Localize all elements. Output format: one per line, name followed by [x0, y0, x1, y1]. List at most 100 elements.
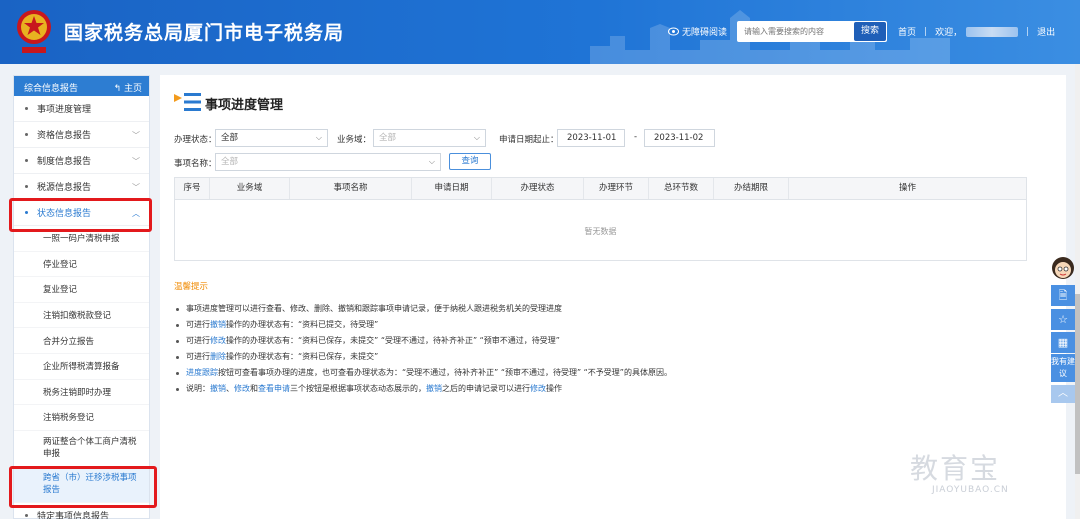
tip-link[interactable]: 删除	[210, 352, 226, 361]
tip-link[interactable]: 修改	[234, 384, 250, 393]
domain-select[interactable]: 全部 ⌵	[373, 129, 486, 147]
sidebar-subitem[interactable]: 税务注销即时办理	[14, 380, 149, 406]
sidebar-home-label: 主页	[123, 84, 142, 94]
sidebar-item-label: 特定事项信息报告	[37, 511, 110, 519]
tip-text: 可进行	[186, 320, 210, 329]
sidebar-item-label: 状态信息报告	[37, 209, 92, 219]
tip-text: 三个按钮是根据事项状态动态展示的，	[290, 384, 426, 393]
tip-link[interactable]: 撤销	[210, 384, 226, 393]
column-header: 申请日期	[412, 178, 492, 199]
tip-link[interactable]: 修改	[210, 336, 226, 345]
tip-text: 说明：	[186, 384, 210, 393]
sidebar-subitem[interactable]: 停业登记	[14, 252, 149, 278]
column-header: 办理状态	[492, 178, 584, 199]
sidebar-item-label: 制度信息报告	[37, 157, 92, 167]
sidebar-subitem[interactable]: 注销税务登记	[14, 405, 149, 431]
sidebar-subitem[interactable]: 企业所得税清算报备	[14, 354, 149, 380]
tax-emblem-icon	[17, 10, 51, 53]
tips-list: 事项进度管理可以进行查看、修改、删除、撤销和跟踪事项申请记录，便于纳税人跟进税务…	[174, 301, 1034, 397]
scrollbar-thumb[interactable]	[1075, 294, 1080, 474]
sidebar-subitem[interactable]: 注销扣缴税款登记	[14, 303, 149, 329]
sidebar: 综合信息报告 ↰ 主页 事项进度管理 资格信息报告 ﹀ 制度信息报告 ﹀ 税源信…	[13, 75, 150, 519]
tip-link[interactable]: 撤销	[426, 384, 442, 393]
item-name-label: 事项名称：	[174, 159, 217, 169]
up-arrow-icon[interactable]: ︿	[1051, 385, 1075, 403]
sidebar-subitem[interactable]: 复业登记	[14, 277, 149, 303]
welcome-label: 欢迎，	[935, 28, 963, 38]
bullet-icon	[25, 185, 28, 188]
nav-divider: |	[924, 26, 928, 37]
query-button[interactable]: 查询	[449, 153, 491, 170]
list-icon	[174, 93, 201, 111]
accessibility-label: 无障碍阅读	[682, 28, 728, 38]
column-header: 办理环节	[584, 178, 649, 199]
tips-title: 温馨提示	[174, 282, 209, 292]
sidebar-item-label: 事项进度管理	[37, 105, 92, 115]
bullet-icon	[25, 513, 28, 517]
user-name-redacted	[966, 26, 1019, 37]
tip-link[interactable]: 撤销	[210, 320, 226, 329]
column-header: 事项名称	[290, 178, 412, 199]
item-name-placeholder: 全部	[221, 157, 239, 167]
site-title: 国家税务总局厦门市电子税务局	[64, 22, 345, 44]
home-link[interactable]: 首页	[898, 25, 916, 38]
suggestion-button[interactable]: 我有建议	[1051, 354, 1075, 382]
nav-divider: |	[1026, 26, 1030, 37]
scrollbar[interactable]	[1075, 64, 1080, 519]
assistant-avatar-icon[interactable]	[1050, 254, 1076, 282]
tip-item: 进度跟踪按钮可查看事项办理的进度，也可查看办理状态为：“受理不通过，待补齐补正”…	[174, 365, 1034, 381]
tip-link[interactable]: 查看申请	[258, 384, 290, 393]
sidebar-subitem-cross-region-migration[interactable]: 跨省（市）迁移涉税事项报告	[14, 466, 149, 503]
domain-select-placeholder: 全部	[379, 133, 397, 143]
tip-text: 和	[250, 384, 258, 393]
sidebar-subitem[interactable]: 一照一码户清税申报	[14, 226, 149, 252]
logout-link[interactable]: 退出	[1037, 25, 1055, 38]
status-filter-label: 办理状态：	[174, 135, 217, 145]
column-header: 总环节数	[649, 178, 714, 199]
sidebar-subitem[interactable]: 合并分立报告	[14, 328, 149, 354]
tip-text: 操作	[546, 384, 562, 393]
chevron-down-icon: ﹀	[132, 157, 140, 166]
page-title: 事项进度管理	[205, 98, 284, 113]
tip-item: 事项进度管理可以进行查看、修改、删除、撤销和跟踪事项申请记录，便于纳税人跟进税务…	[174, 301, 1034, 317]
column-header: 操作	[898, 183, 916, 193]
date-range-label: 申请日期起止：	[499, 135, 559, 145]
tip-link[interactable]: 修改	[530, 384, 546, 393]
date-from-input[interactable]: 2023-11-01	[557, 129, 625, 147]
top-nav: 首页 | 欢迎， | 退出	[898, 25, 1055, 38]
accessibility-link[interactable]: 无障碍阅读	[668, 25, 727, 38]
sidebar-item-label: 资格信息报告	[37, 131, 92, 141]
star-icon[interactable]: ☆	[1051, 309, 1075, 330]
tip-item: 可进行删除操作的办理状态有：“资料已保存，未提交”	[174, 349, 1034, 365]
chevron-down-icon: ⌵	[315, 133, 322, 142]
bullet-icon	[25, 107, 28, 110]
item-name-select[interactable]: 全部 ⌵	[215, 153, 441, 171]
column-header: 办结期限	[714, 178, 789, 199]
column-header: 序号	[175, 178, 210, 199]
tip-text: 之后的申请记录可以进行	[442, 384, 530, 393]
bullet-icon	[25, 211, 28, 214]
chevron-down-icon: ⌵	[473, 133, 480, 142]
date-to-input[interactable]: 2023-11-02	[644, 129, 715, 147]
domain-filter-label: 业务域：	[337, 135, 372, 145]
calculator-icon[interactable]: ▦	[1051, 332, 1075, 353]
sidebar-item-qualification[interactable]: 资格信息报告 ﹀	[14, 122, 149, 148]
tip-link[interactable]: 进度跟踪	[186, 368, 218, 377]
tip-text: 、	[226, 384, 234, 393]
sidebar-home-link[interactable]: ↰ 主页	[114, 81, 142, 94]
sidebar-item-progress-management[interactable]: 事项进度管理	[14, 96, 149, 122]
tip-text: 可进行	[186, 352, 210, 361]
tip-text: 操作的办理状态有：“资料已保存，未提交” “受理不通过，待补齐补正” “预审不通…	[226, 336, 560, 345]
sidebar-item-specific-matters[interactable]: 特定事项信息报告	[14, 503, 149, 519]
search-button[interactable]: 搜索	[854, 22, 886, 41]
sidebar-subitem[interactable]: 两证整合个体工商户清税申报	[14, 431, 149, 467]
document-icon[interactable]: 🗎	[1051, 285, 1075, 306]
status-select[interactable]: 全部 ⌵	[215, 129, 328, 147]
sidebar-item-system[interactable]: 制度信息报告 ﹀	[14, 148, 149, 174]
search-input[interactable]	[737, 21, 855, 42]
status-select-value: 全部	[221, 133, 239, 143]
sidebar-item-status[interactable]: 状态信息报告 ︿	[14, 200, 149, 226]
sidebar-item-tax-source[interactable]: 税源信息报告 ﹀	[14, 174, 149, 200]
sidebar-item-label: 税源信息报告	[37, 183, 92, 193]
date-separator: -	[634, 132, 638, 142]
